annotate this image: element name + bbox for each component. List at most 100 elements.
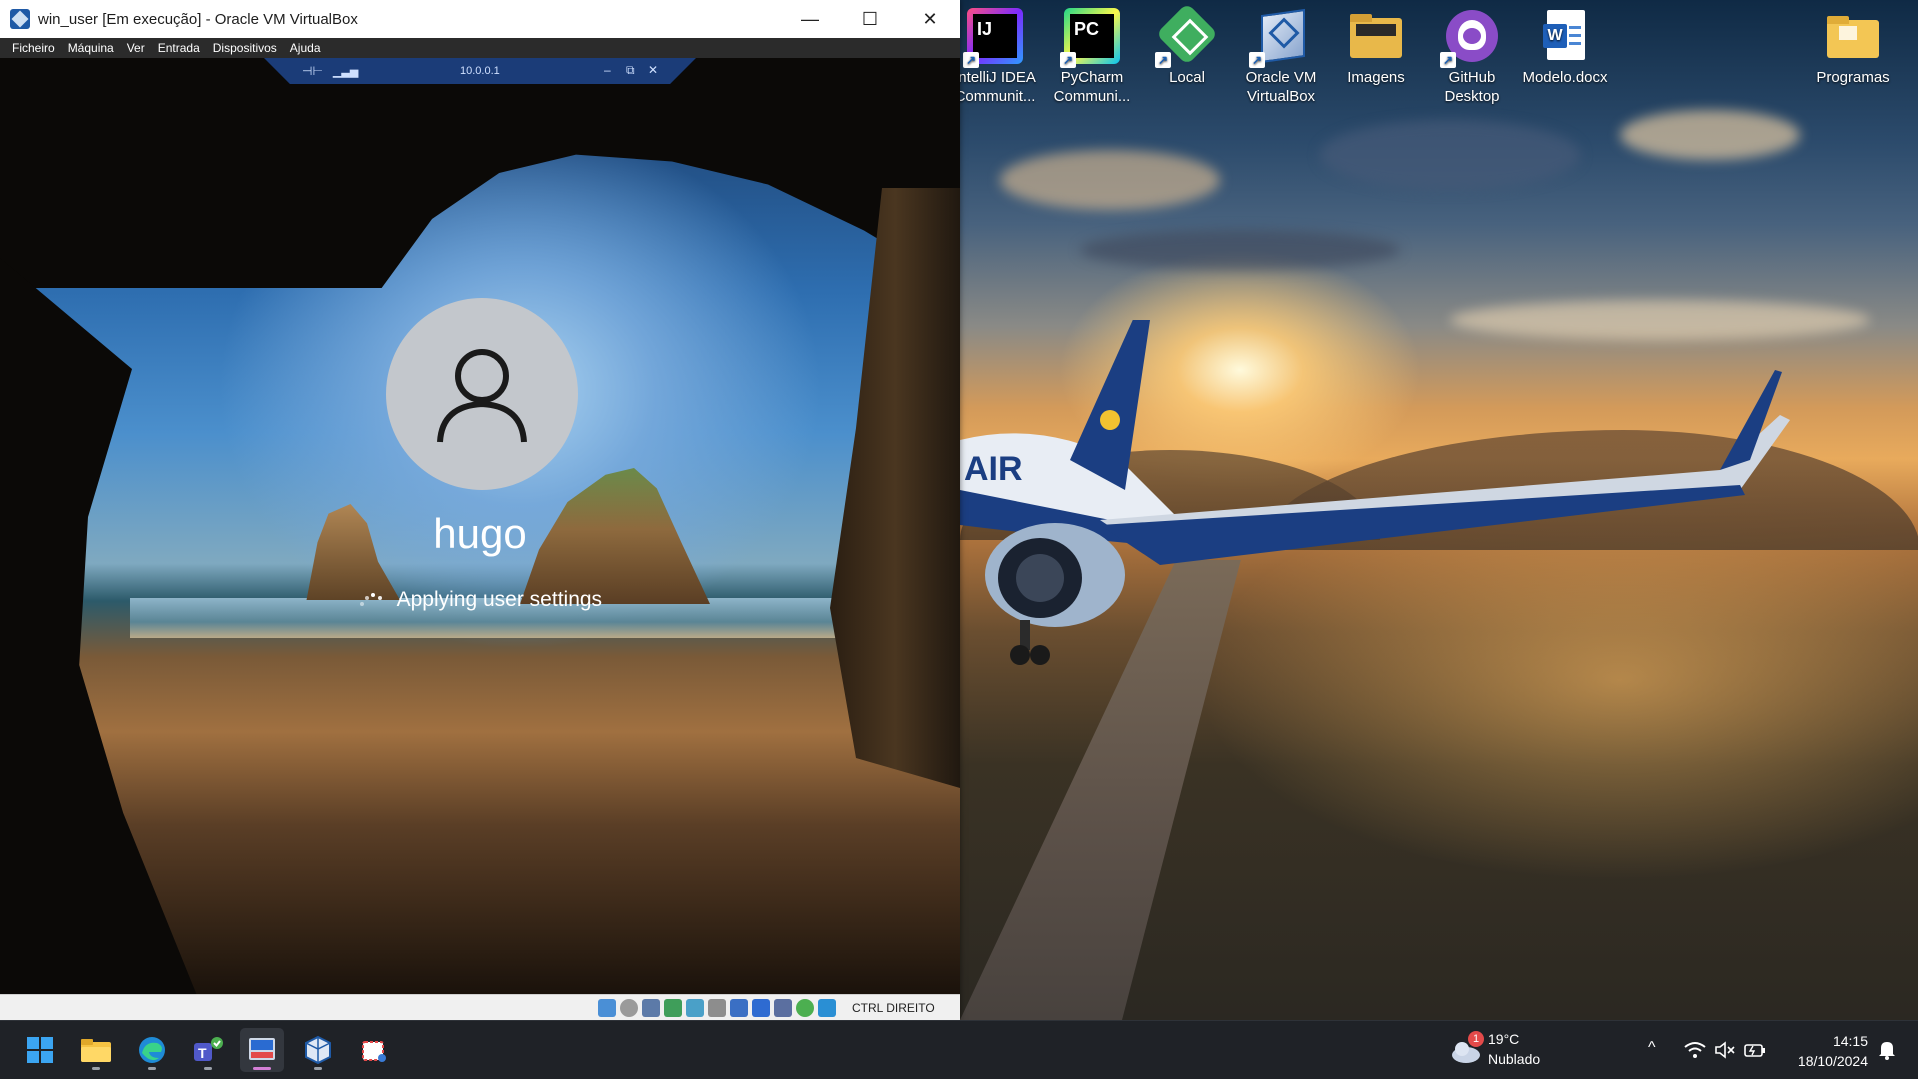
window-controls: — ☐ ✕ [780,0,960,38]
close-button[interactable]: ✕ [900,0,960,38]
svg-text:T: T [198,1045,207,1061]
shortcut-arrow-icon: ↗ [1060,52,1076,68]
svg-text:AIR: AIR [964,450,1023,488]
device-status-icons [598,999,836,1017]
folder-images-icon [1348,8,1404,64]
display-icon[interactable] [730,999,748,1017]
taskbar-teams[interactable]: T [186,1028,230,1072]
menu-bar: Ficheiro Máquina Ver Entrada Dispositivo… [0,38,960,58]
desktop-icon-label: Modelo.docx [1522,69,1608,86]
taskbar-virtualbox[interactable] [296,1028,340,1072]
edge-icon [139,1037,165,1063]
taskbar-vm-session[interactable] [240,1028,284,1072]
clock-date: 18/10/2024 [1797,1053,1868,1069]
active-indicator [253,1067,271,1070]
windows-logo-icon [27,1037,53,1063]
mini-restore-button[interactable]: ⧉ [626,63,635,78]
desktop-icon-intellij[interactable]: IJ ↗ IntelliJ IDEA Communit... [950,0,1040,106]
login-username: hugo [433,510,527,557]
cpu-icon[interactable] [774,999,792,1017]
weather-badge: 1 [1468,1031,1484,1047]
menu-entrada[interactable]: Entrada [158,41,200,55]
desktop-icon-label: Programas [1816,69,1890,86]
shared-folders-icon[interactable] [708,999,726,1017]
guest-display[interactable]: hugo Applying user settings [0,58,960,994]
signal-icon: ▁▃▅ [332,65,359,78]
login-screen: hugo Applying user settings [0,58,960,994]
pin-icon[interactable]: ⊣⊢ [302,64,323,78]
pycharm-icon: PC ↗ [1060,8,1120,68]
airplane-illustration: AIR [960,320,1790,665]
menu-ajuda[interactable]: Ajuda [290,41,321,55]
guest-additions-icon[interactable] [796,999,814,1017]
desktop-icon-local[interactable]: ↗ Local [1142,0,1232,87]
shortcut-arrow-icon: ↗ [1155,52,1171,68]
battery-icon[interactable] [1744,1041,1766,1059]
running-indicator [92,1067,100,1070]
cloud [1000,150,1220,210]
desktop-icon-label: IntelliJ IDEA Communit... [954,69,1036,105]
hard-disk-icon[interactable] [598,999,616,1017]
desktop-icon-label: Oracle VM VirtualBox [1245,69,1317,105]
menu-dispositivos[interactable]: Dispositivos [213,41,277,55]
mini-minimize-button[interactable]: – [604,63,611,77]
desktop-icon-github-desktop[interactable]: ↗ GitHub Desktop [1427,0,1517,106]
wifi-icon[interactable] [1684,1041,1706,1059]
virtualbox-icon [305,1035,331,1065]
window-titlebar[interactable]: win_user [Em execução] - Oracle VM Virtu… [0,0,960,38]
virtualbox-window: win_user [Em execução] - Oracle VM Virtu… [0,0,960,1021]
weather-temp: 19°C [1488,1031,1520,1047]
github-desktop-icon: ↗ [1440,8,1500,68]
snipping-tool-icon [362,1041,386,1062]
user-avatar [386,298,578,490]
desktop-icon-label: PyCharm Communi... [1053,69,1131,105]
running-indicator [314,1067,322,1070]
desktop-icon-virtualbox[interactable]: ↗ Oracle VM VirtualBox [1236,0,1326,106]
desktop-icon-label: Imagens [1347,69,1405,86]
volume-muted-icon[interactable] [1714,1041,1736,1059]
shortcut-arrow-icon: ↗ [1440,52,1456,68]
virtualbox-icon: ↗ [1249,8,1309,68]
notification-bell-icon[interactable] [1878,1040,1896,1060]
network-icon[interactable] [664,999,682,1017]
cloud [1320,120,1580,190]
desktop-icon-imagens[interactable]: Imagens [1331,0,1421,87]
shortcut-arrow-icon: ↗ [963,52,979,68]
taskbar-snipping-tool[interactable] [352,1028,396,1072]
menu-maquina[interactable]: Máquina [68,41,114,55]
host-key-label: CTRL DIREITO [852,1001,935,1015]
taskbar-clock[interactable]: 14:15 18/10/2024 [1798,1031,1868,1071]
remote-address: 10.0.0.1 [460,65,500,77]
minimize-button[interactable]: — [780,0,840,38]
remote-mini-toolbar[interactable]: ⊣⊢ ▁▃▅ 10.0.0.1 – ⧉ ✕ [264,58,696,84]
running-indicator [204,1067,212,1070]
optical-drive-icon[interactable] [620,999,638,1017]
clock-time: 14:15 [1832,1033,1868,1049]
weather-condition: Nublado [1488,1051,1541,1067]
taskbar-edge[interactable] [130,1028,174,1072]
system-tray: ^ [1648,1021,1768,1079]
vm-session-icon [249,1038,275,1060]
audio-icon[interactable] [642,999,660,1017]
usb-icon[interactable] [686,999,704,1017]
window-title: win_user [Em execução] - Oracle VM Virtu… [38,10,358,28]
desktop-icon-programas[interactable]: Programas [1808,0,1898,87]
user-icon [437,349,527,443]
start-button[interactable] [18,1028,62,1072]
keyboard-capture-icon[interactable] [818,999,836,1017]
menu-ficheiro[interactable]: Ficheiro [12,41,55,55]
recording-icon[interactable] [752,999,770,1017]
taskbar-file-explorer[interactable] [74,1028,118,1072]
vm-status-bar: CTRL DIREITO [0,994,960,1021]
login-status: Applying user settings [0,588,960,612]
show-hidden-icons-button[interactable]: ^ [1648,1039,1656,1057]
word-doc-icon: W [1537,8,1593,64]
maximize-button[interactable]: ☐ [840,0,900,38]
desktop-icon-modelo-docx[interactable]: W Modelo.docx [1520,0,1610,87]
running-indicator [148,1067,156,1070]
desktop-icon-pycharm[interactable]: PC ↗ PyCharm Communi... [1047,0,1137,106]
login-status-text: Applying user settings [396,588,603,611]
menu-ver[interactable]: Ver [127,41,145,55]
virtualbox-app-icon[interactable] [10,9,30,29]
mini-close-button[interactable]: ✕ [648,63,658,77]
